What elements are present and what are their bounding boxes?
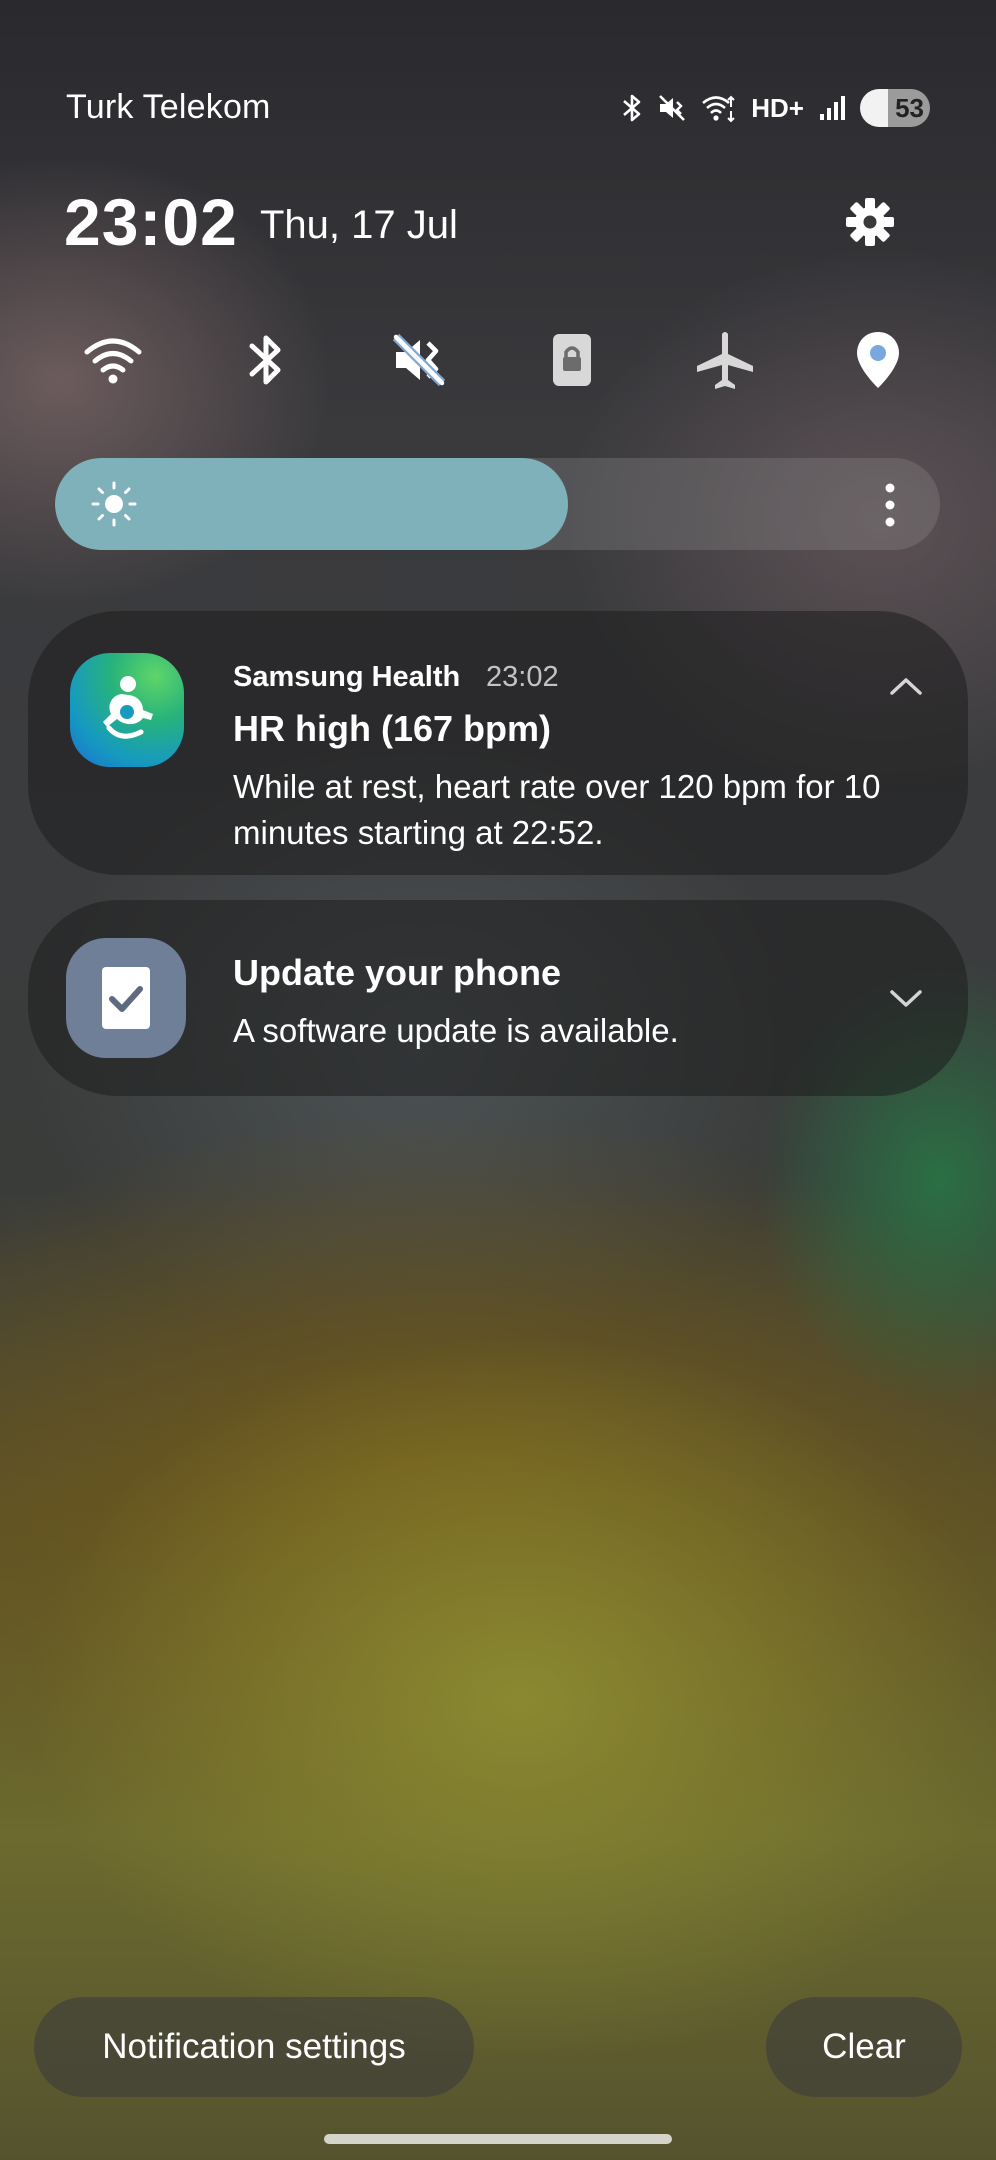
expand-button[interactable] [886, 978, 926, 1018]
gear-icon [846, 198, 894, 246]
chevron-up-icon [890, 678, 922, 695]
lock-icon [553, 334, 591, 386]
clear-button[interactable]: Clear [766, 1997, 962, 2097]
airplane-mode-toggle[interactable] [667, 302, 783, 418]
location-toggle[interactable] [820, 302, 936, 418]
clock: 23:02 [64, 185, 238, 259]
collapse-button[interactable] [886, 666, 926, 706]
notification-title: HR high (167 bpm) [233, 708, 552, 749]
location-pin-icon [857, 332, 899, 388]
notification-title: Update your phone [233, 952, 562, 993]
notification-samsung-health[interactable]: Samsung Health 23:02 HR high (167 bpm) W… [28, 611, 968, 875]
brightness-slider[interactable] [55, 458, 940, 550]
battery-icon: 53 [860, 89, 930, 127]
date: Thu, 17 Jul [260, 203, 458, 247]
mute-icon [657, 93, 687, 123]
sun-icon [91, 481, 137, 527]
signal-icon [818, 94, 846, 122]
notification-body: A software update is available. [233, 1012, 679, 1049]
wifi-toggle[interactable] [55, 302, 171, 418]
mute-icon [392, 333, 446, 387]
notification-software-update[interactable]: Update your phone A software update is a… [28, 900, 968, 1096]
notification-app-name: Samsung Health [233, 661, 461, 693]
bluetooth-icon [249, 335, 281, 385]
brightness-more-button[interactable] [870, 482, 910, 528]
bluetooth-icon [621, 93, 643, 123]
sound-toggle[interactable] [361, 302, 477, 418]
wifi-icon [84, 338, 142, 384]
notification-body: While at rest, heart rate over 120 bpm f… [233, 768, 881, 851]
status-bar: Turk Telekom HD+ 53 [0, 0, 996, 160]
status-icons: HD+ 53 [621, 88, 930, 128]
notification-time: 23:02 [486, 661, 559, 693]
airplane-icon [697, 332, 753, 389]
hd-plus-icon: HD+ [751, 92, 804, 123]
battery-level: 53 [895, 92, 924, 123]
bluetooth-toggle[interactable] [208, 302, 324, 418]
more-vertical-icon [885, 483, 895, 527]
carrier-name: Turk Telekom [66, 88, 271, 126]
checkbox-icon [102, 967, 150, 1029]
samsung-health-app-icon [70, 653, 184, 767]
chevron-down-icon [890, 990, 922, 1007]
notification-settings-button[interactable]: Notification settings [34, 1997, 474, 2097]
quick-toggles [55, 302, 935, 418]
rotation-lock-toggle[interactable] [514, 302, 630, 418]
home-indicator[interactable] [324, 2134, 672, 2144]
wifi-data-icon [701, 93, 737, 123]
runner-icon [103, 676, 153, 739]
software-update-app-icon [66, 938, 186, 1058]
settings-button[interactable] [844, 196, 896, 248]
